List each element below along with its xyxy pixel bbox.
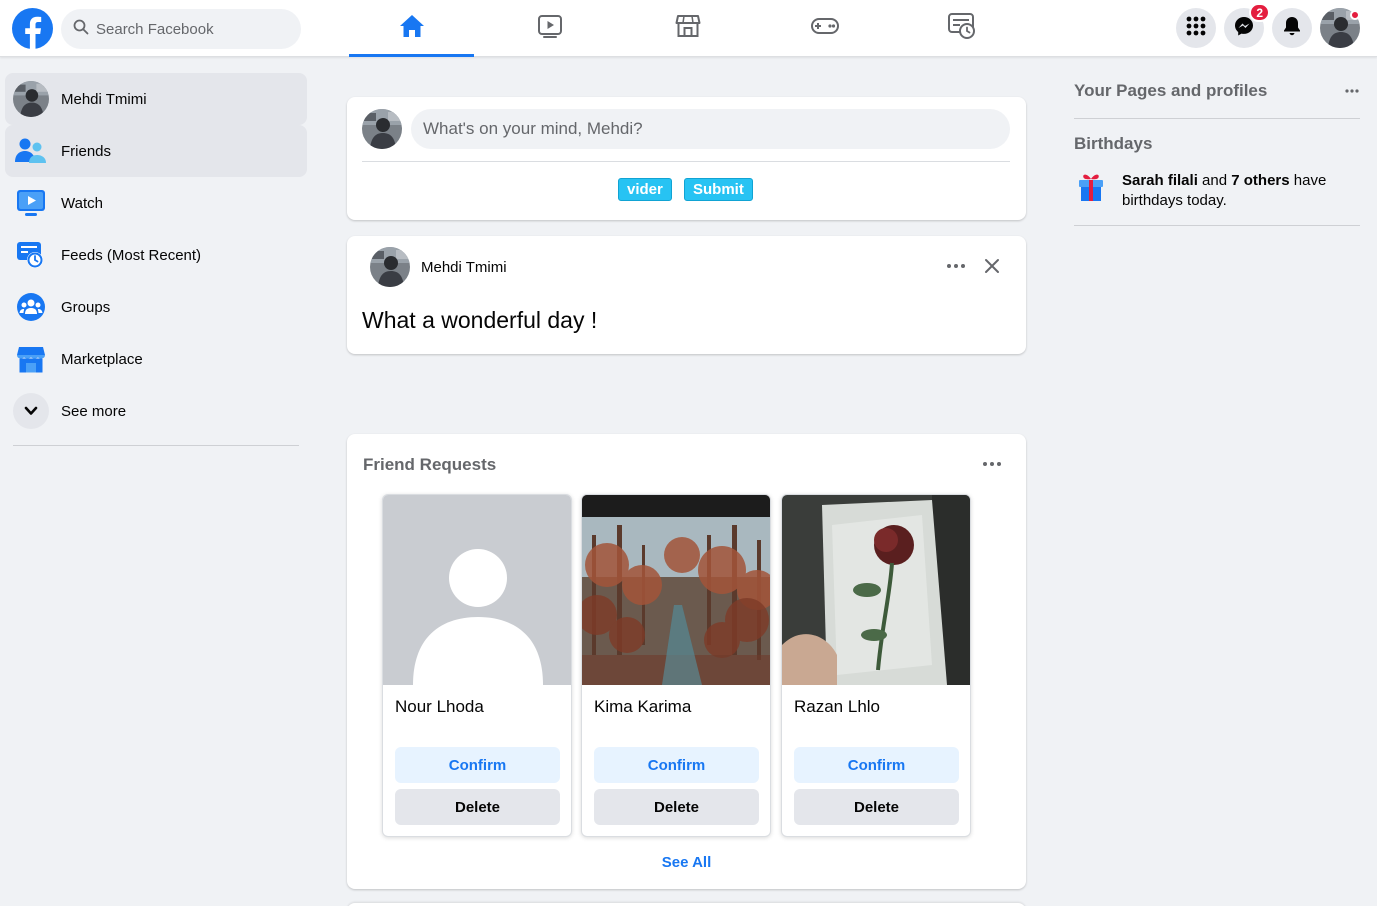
feed-clock-icon — [947, 12, 977, 45]
sidebar-item-see-more[interactable]: See more — [5, 385, 307, 437]
sidebar-item-label: Friends — [61, 142, 112, 160]
birthday-others[interactable]: 7 others — [1231, 172, 1289, 189]
sidebar-item-label: See more — [61, 402, 127, 420]
messenger-button[interactable]: 2 — [1224, 3, 1270, 48]
default-profile-silhouette[interactable] — [383, 495, 572, 685]
sidebar-item-label: Groups — [61, 298, 111, 316]
friend-request-item: Nour Lhoda Confirm Delete — [382, 494, 572, 837]
sidebar-item-marketplace[interactable]: Marketplace — [5, 333, 307, 385]
user-avatar — [13, 81, 49, 117]
composer-divider — [362, 161, 1010, 162]
account-avatar-button[interactable] — [1320, 8, 1360, 48]
avatar[interactable] — [370, 247, 410, 287]
birthday-notice[interactable]: Sarah filali and 7 others have birthdays… — [1122, 171, 1347, 211]
autumn-forest-road-photo[interactable] — [582, 495, 771, 685]
home-icon — [399, 14, 425, 43]
confirm-button[interactable]: Confirm — [395, 747, 560, 783]
friend-request-item: Razan Lhlo Confirm Delete — [781, 494, 971, 837]
sidebar-item-friends[interactable]: Friends — [5, 125, 307, 177]
search-icon — [73, 19, 89, 40]
tab-watch[interactable] — [487, 0, 612, 57]
sidebar-item-label: Feeds (Most Recent) — [61, 246, 202, 264]
feeds-icon — [13, 237, 49, 273]
status-input[interactable] — [411, 109, 1010, 149]
bell-icon — [1283, 16, 1301, 41]
clear-button[interactable]: vider — [618, 178, 672, 201]
avatar — [362, 109, 402, 149]
messenger-badge: 2 — [1249, 3, 1270, 22]
watch-icon — [13, 185, 49, 221]
friends-icon — [13, 133, 49, 169]
more-options-icon[interactable] — [1339, 79, 1365, 103]
facebook-logo-icon[interactable] — [12, 8, 53, 49]
pages-and-profiles-title: Your Pages and profiles — [1074, 81, 1268, 100]
tab-marketplace[interactable] — [625, 0, 750, 57]
top-navigation-bar: 2 — [0, 0, 1377, 57]
friend-requests-card: Friend Requests Nour Lhoda Confirm Delet… — [347, 434, 1026, 889]
sidebar-item-label: Watch — [61, 194, 103, 212]
notification-dot — [1350, 10, 1360, 20]
left-sidebar: Mehdi Tmimi Friends Watch Feeds (Most Re… — [5, 73, 307, 437]
store-icon — [675, 13, 701, 44]
tab-feeds[interactable] — [899, 0, 1024, 57]
groups-icon — [13, 289, 49, 325]
confirm-button[interactable]: Confirm — [794, 747, 959, 783]
friend-request-name[interactable]: Nour Lhoda — [395, 697, 484, 717]
post-author[interactable]: Mehdi Tmimi — [421, 259, 507, 276]
menu-button[interactable] — [1176, 8, 1216, 48]
more-options-icon[interactable] — [979, 452, 1005, 476]
sidebar-item-label: Mehdi Tmimi — [61, 90, 147, 108]
more-options-icon[interactable] — [943, 254, 969, 278]
sidebar-item-watch[interactable]: Watch — [5, 177, 307, 229]
video-play-icon — [537, 14, 563, 43]
search-input[interactable] — [96, 20, 286, 38]
post-text: What a wonderful day ! — [362, 307, 598, 333]
marketplace-icon — [13, 341, 49, 377]
sidebar-item-profile[interactable]: Mehdi Tmimi — [5, 73, 307, 125]
rose-in-ice-photo[interactable] — [782, 495, 971, 685]
friend-request-name[interactable]: Kima Karima — [594, 697, 691, 717]
sidebar-item-groups[interactable]: Groups — [5, 281, 307, 333]
tab-home[interactable] — [349, 0, 474, 57]
delete-button[interactable]: Delete — [395, 789, 560, 825]
sidebar-item-feeds[interactable]: Feeds (Most Recent) — [5, 229, 307, 281]
search-bar[interactable] — [61, 9, 301, 49]
see-all-link[interactable]: See All — [347, 854, 1026, 871]
birthday-name[interactable]: Sarah filali — [1122, 172, 1198, 189]
friend-request-name[interactable]: Razan Lhlo — [794, 697, 880, 717]
notifications-button[interactable] — [1272, 8, 1312, 48]
submit-button[interactable]: Submit — [684, 178, 753, 201]
delete-button[interactable]: Delete — [594, 789, 759, 825]
grid-menu-icon — [1186, 16, 1206, 41]
confirm-button[interactable]: Confirm — [594, 747, 759, 783]
birthdays-title: Birthdays — [1074, 134, 1153, 153]
sidebar-divider — [13, 445, 299, 446]
birthday-connector: and — [1197, 172, 1232, 189]
post-composer: vider Submit — [347, 97, 1026, 220]
tab-gaming[interactable] — [762, 0, 887, 57]
close-icon[interactable] — [979, 254, 1005, 278]
right-divider — [1074, 225, 1360, 226]
friend-request-item: Kima Karima Confirm Delete — [581, 494, 771, 837]
post-card: Mehdi Tmimi What a wonderful day ! — [347, 236, 1026, 354]
chevron-down-icon — [13, 393, 49, 429]
gift-icon — [1075, 171, 1107, 203]
right-divider — [1074, 118, 1360, 119]
sidebar-item-label: Marketplace — [61, 350, 143, 368]
delete-button[interactable]: Delete — [794, 789, 959, 825]
friend-requests-title: Friend Requests — [363, 455, 497, 474]
gamepad-icon — [810, 16, 840, 41]
